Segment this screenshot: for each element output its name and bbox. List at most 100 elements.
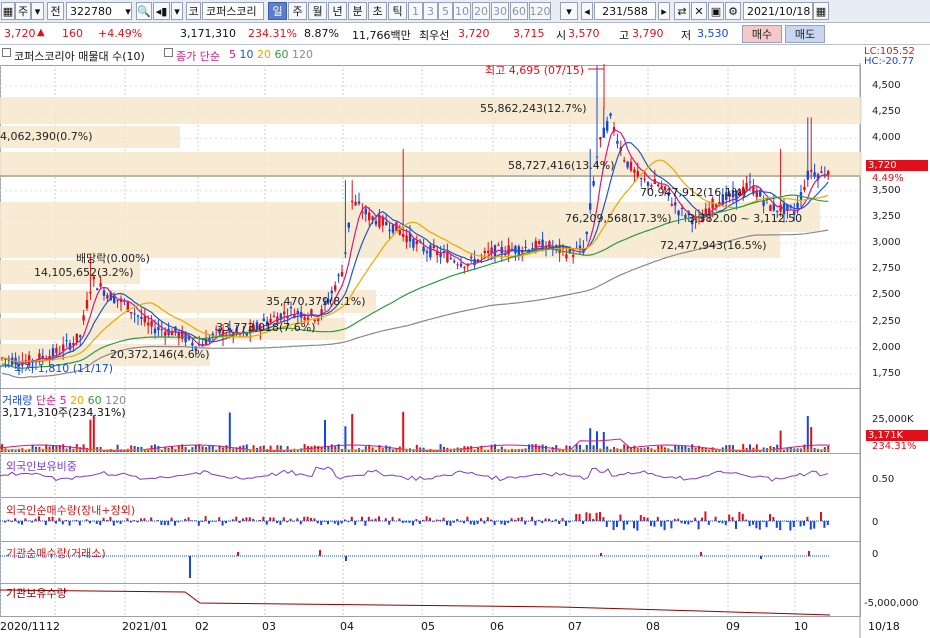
code-dropdown-icon[interactable]: ▾ bbox=[122, 2, 134, 20]
volume-bar-147 bbox=[500, 446, 503, 452]
foreign-net-bar-114 bbox=[391, 516, 394, 521]
tab-period-6[interactable]: 틱 bbox=[388, 2, 407, 20]
foreign-net-bar-71 bbox=[245, 517, 248, 521]
foreign-net-bar-222 bbox=[758, 521, 761, 530]
tab-period-2[interactable]: 월 bbox=[308, 2, 327, 20]
volume-bar-170 bbox=[579, 444, 581, 452]
date-input[interactable]: 2021/10/18 bbox=[743, 2, 813, 20]
foreign-net-bar-240 bbox=[820, 512, 822, 521]
candle-body-210 bbox=[714, 204, 718, 207]
date-axis-tick-6: 05 bbox=[421, 620, 435, 633]
scroll-right-icon[interactable]: ▸ bbox=[658, 2, 670, 20]
price-axis-tick-4: 3,500 bbox=[872, 184, 901, 196]
interval-button-60[interactable]: 60 bbox=[510, 2, 528, 20]
price-annotation-0: 최고 4,695 (07/15) bbox=[485, 64, 585, 77]
candle-body-201 bbox=[684, 215, 687, 218]
dropdown-icon[interactable]: ▾ bbox=[560, 2, 578, 20]
candle-body-166 bbox=[565, 254, 568, 259]
foreign-net-bar-113 bbox=[388, 521, 391, 525]
inst-net-bar-1 bbox=[319, 550, 321, 556]
foreign-net-bar-225 bbox=[769, 514, 771, 521]
volume-bar-178 bbox=[606, 446, 609, 452]
date-axis-tick-1: 12 bbox=[46, 620, 60, 633]
candle-body-189 bbox=[643, 178, 646, 180]
foreign-net-bar-54 bbox=[187, 517, 190, 521]
market-select[interactable]: 전 bbox=[47, 2, 64, 20]
price-annotation-1: 55,862,243(12.7%) bbox=[480, 102, 587, 115]
interval-button-30[interactable]: 30 bbox=[491, 2, 509, 20]
foreign-net-bar-232 bbox=[792, 521, 795, 528]
tab-period-3[interactable]: 년 bbox=[328, 2, 347, 20]
chevron-down-icon[interactable]: ▾ bbox=[31, 2, 44, 20]
candle-body-184 bbox=[626, 161, 629, 168]
quote-bar: 3,720 ▲ 160 +4.49% 3,171,310 234.31% 8.8… bbox=[0, 23, 930, 45]
candle-body-136 bbox=[463, 266, 466, 269]
candle-body-186 bbox=[633, 169, 636, 173]
candle-body-54 bbox=[184, 334, 187, 343]
checkbox-icon[interactable] bbox=[2, 48, 11, 57]
volume-bar-214 bbox=[728, 444, 731, 452]
volume-bar-200 bbox=[681, 446, 683, 452]
foreign-net-bar-231 bbox=[789, 521, 792, 531]
candle-body-99 bbox=[337, 274, 340, 276]
foreign-net-bar-59 bbox=[204, 516, 207, 521]
speaker-icon[interactable]: ◂▮ bbox=[153, 2, 170, 20]
interval-button-5[interactable]: 5 bbox=[438, 2, 453, 20]
candle-body-151 bbox=[514, 245, 517, 254]
volume-bar-177 bbox=[602, 431, 605, 452]
grid-icon[interactable]: ▦ bbox=[1, 2, 15, 20]
foreign-net-bar-57 bbox=[197, 521, 200, 526]
volume-bar-92 bbox=[313, 445, 316, 452]
save-icon[interactable]: ▣ bbox=[708, 2, 724, 20]
price-axis-tick-8: 2,500 bbox=[872, 289, 901, 301]
date-axis-tick-2: 2021/01 bbox=[122, 620, 168, 633]
foreign-net-bar-155 bbox=[531, 516, 533, 521]
foreign-net-bar-12 bbox=[44, 521, 47, 526]
checkbox-icon[interactable] bbox=[164, 48, 173, 57]
interval-button-10[interactable]: 10 bbox=[453, 2, 471, 20]
candle-body-222 bbox=[755, 191, 758, 198]
tab-period-1[interactable]: 주 bbox=[288, 2, 307, 20]
candle-body-30 bbox=[102, 290, 106, 296]
candle-body-42 bbox=[143, 316, 146, 323]
volume-bar-26 bbox=[89, 419, 92, 452]
candle-body-102 bbox=[347, 222, 350, 228]
gear-icon[interactable]: ⚙ bbox=[725, 2, 741, 20]
calendar-icon[interactable]: ▦ bbox=[813, 2, 829, 20]
candle-body-19 bbox=[65, 340, 68, 342]
foreign-net-bar-130 bbox=[446, 521, 448, 526]
foreign-net-bar-46 bbox=[160, 521, 163, 525]
foreign-net-bar-106 bbox=[364, 521, 367, 526]
interval-button-20[interactable]: 20 bbox=[472, 2, 490, 20]
interval-button-3[interactable]: 3 bbox=[423, 2, 438, 20]
foreign-net-bar-89 bbox=[306, 516, 309, 521]
foreign-net-bar-131 bbox=[449, 521, 452, 526]
interval-button-120[interactable]: 120 bbox=[529, 2, 551, 20]
sell-button[interactable]: 매도 bbox=[785, 25, 825, 43]
foreign-net-bar-43 bbox=[150, 517, 153, 521]
interval-button-1[interactable]: 1 bbox=[408, 2, 423, 20]
tab-period-0[interactable]: 일 bbox=[268, 2, 287, 20]
chart-title: 코퍼스코리아 매물대 수(10) bbox=[14, 50, 145, 63]
buy-button[interactable]: 매수 bbox=[742, 25, 782, 43]
inst-net-bar-5 bbox=[760, 556, 762, 559]
tab-period-5[interactable]: 초 bbox=[368, 2, 387, 20]
zoom-icon[interactable]: ⇄ bbox=[674, 2, 690, 20]
data-count-field[interactable]: 231/588 bbox=[594, 2, 656, 20]
foreign-net-bar-193 bbox=[660, 521, 663, 527]
volume-bar-228 bbox=[776, 444, 779, 452]
foreign-net-bar-187 bbox=[639, 515, 642, 521]
price-annotation-12: 20,372,146(4.6%) bbox=[110, 348, 210, 361]
chevron-down-icon[interactable]: ▾ bbox=[171, 2, 183, 20]
scroll-left-icon[interactable]: ◂ bbox=[581, 2, 593, 20]
candle-body-31 bbox=[106, 294, 109, 299]
mode-select[interactable]: 주 bbox=[15, 2, 31, 20]
cross-icon[interactable]: ✕ bbox=[691, 2, 707, 20]
volume-bar-76 bbox=[259, 446, 262, 452]
tab-period-4[interactable]: 분 bbox=[348, 2, 367, 20]
magnifier-icon[interactable]: 🔍 bbox=[136, 2, 152, 20]
inst-hold-title: 기관보유수량 bbox=[6, 587, 67, 600]
candle-body-237 bbox=[806, 170, 809, 180]
foreign-net-bar-105 bbox=[361, 516, 363, 521]
foreign-net-axis-label: 0 bbox=[872, 517, 879, 528]
